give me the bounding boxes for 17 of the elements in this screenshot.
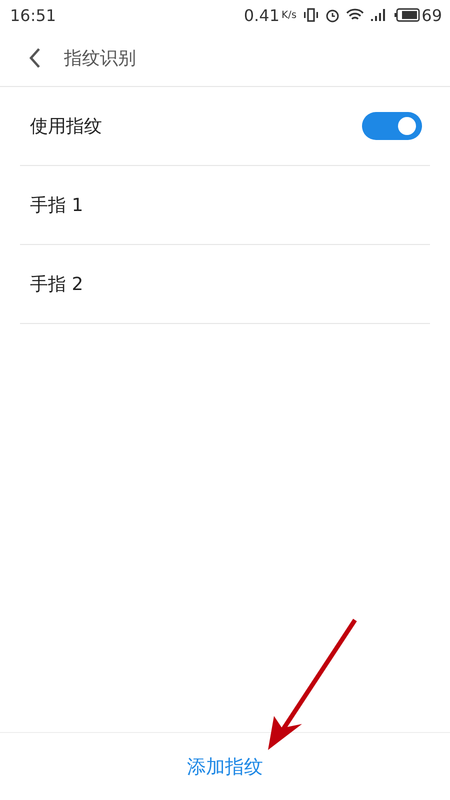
page-title: 指纹识别 bbox=[64, 47, 136, 70]
battery-icon bbox=[394, 8, 420, 22]
wifi-icon bbox=[346, 8, 364, 22]
item-label: 使用指纹 bbox=[30, 115, 102, 138]
status-time: 16:51 bbox=[10, 6, 56, 24]
alarm-icon bbox=[324, 8, 340, 22]
network-speed: 0.41 bbox=[244, 6, 280, 24]
back-button[interactable] bbox=[28, 47, 42, 69]
signal-icon bbox=[370, 8, 388, 22]
back-icon bbox=[28, 47, 42, 69]
list-item[interactable]: 手指 2 bbox=[20, 245, 430, 324]
vibrate-icon bbox=[302, 8, 319, 22]
speed-unit: K/s bbox=[282, 10, 297, 20]
list-item[interactable]: 手指 1 bbox=[20, 166, 430, 245]
battery-level: 69 bbox=[422, 6, 442, 24]
toggle-switch[interactable] bbox=[362, 112, 422, 140]
add-button[interactable]: 添加指纹 bbox=[181, 750, 269, 784]
